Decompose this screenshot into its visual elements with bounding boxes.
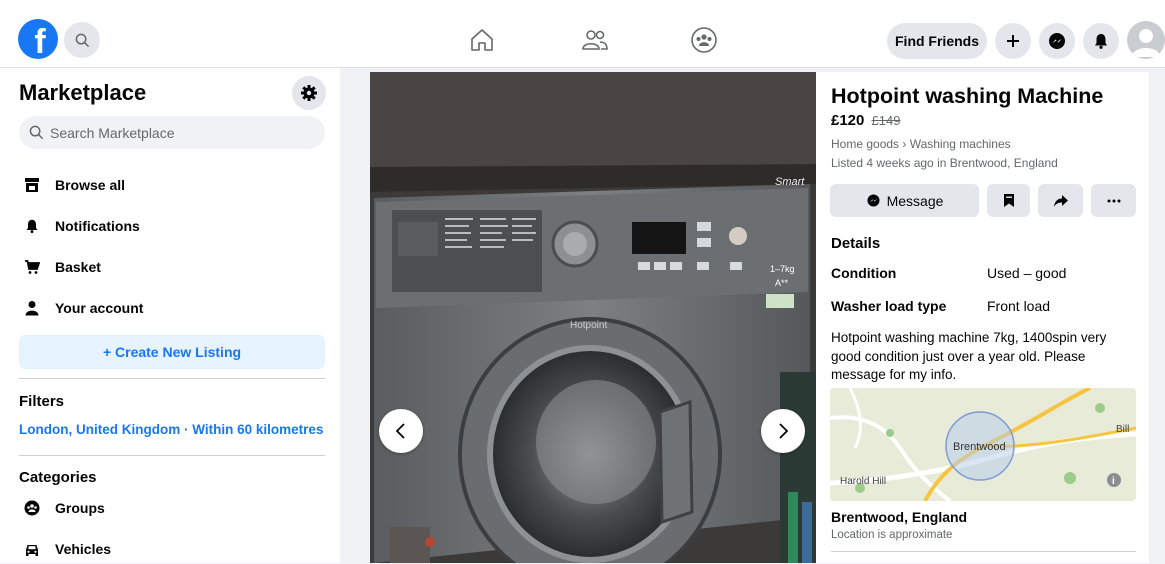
location-filter-link[interactable]: London, United Kingdom · Within 60 kilom… (19, 422, 323, 437)
more-options-button[interactable] (1091, 184, 1136, 217)
smart-label: Smart (775, 176, 805, 188)
previous-photo-button[interactable] (379, 409, 423, 453)
create-new-listing-button[interactable]: + Create New Listing (19, 335, 325, 369)
listing-price: £120 £149 (831, 112, 900, 129)
category-vehicles[interactable]: Vehicles (19, 534, 111, 564)
messenger-icon (867, 194, 880, 207)
share-button[interactable] (1038, 184, 1083, 217)
capacity-label: 1–7kg (770, 264, 795, 274)
washer-load-type-label: Washer load type (831, 298, 947, 314)
old-price: £149 (871, 113, 901, 128)
more-icon (1107, 199, 1120, 202)
search-button[interactable] (64, 22, 100, 58)
groups-icon (19, 495, 45, 521)
filters-heading: Filters (19, 393, 65, 410)
category-label: Groups (55, 500, 105, 516)
washing-machine-image: Smart 1–7kg A** Hotpoint (370, 72, 816, 563)
account-avatar[interactable] (1127, 21, 1165, 59)
sidebar-item-your-account[interactable]: Your account (19, 293, 143, 323)
search-icon (29, 125, 44, 140)
category-label: Vehicles (55, 541, 112, 557)
sidebar-item-notifications[interactable]: Notifications (19, 211, 140, 241)
listed-info: Listed 4 weeks ago in Brentwood, England (831, 156, 1058, 170)
chevron-right-icon (779, 423, 789, 439)
bookmark-icon (1003, 194, 1014, 207)
category-breadcrumb[interactable]: Home goods › Washing machines (831, 137, 1011, 151)
divider (19, 455, 325, 456)
message-button[interactable]: Message (830, 184, 979, 217)
categories-heading: Categories (19, 469, 97, 486)
top-navigation-bar: f Find Friends (0, 0, 1165, 68)
sidebar-item-label: Your account (55, 300, 144, 316)
location-name: Brentwood, England (831, 509, 968, 525)
listing-description: Hotpoint washing machine 7kg, 1400spin v… (831, 330, 1107, 382)
plus-icon (1007, 35, 1019, 47)
listing-title: Hotpoint washing Machine (831, 84, 1104, 108)
logo-letter: f (34, 23, 46, 59)
save-button[interactable] (987, 184, 1030, 217)
storefront-icon (19, 172, 45, 198)
chevron-left-icon (395, 423, 405, 439)
divider (831, 551, 1136, 552)
current-price: £120 (831, 112, 865, 129)
messenger-button[interactable] (1039, 23, 1075, 59)
divider (19, 378, 325, 379)
svg-text:i: i (1112, 476, 1115, 487)
settings-button[interactable] (292, 76, 326, 110)
location-map[interactable]: Brentwood Harold Hill Bill i (830, 388, 1136, 501)
sidebar-title: Marketplace (19, 80, 147, 105)
share-icon (1053, 194, 1068, 207)
location-approximate-note: Location is approximate (831, 529, 953, 541)
facebook-logo-icon[interactable]: f (18, 19, 58, 59)
home-nav-button[interactable] (466, 24, 498, 56)
bell-icon (1095, 34, 1107, 49)
groups-nav-button[interactable] (688, 24, 720, 56)
message-label: Message (886, 192, 944, 209)
friends-nav-button[interactable] (579, 24, 611, 56)
details-heading: Details (831, 235, 881, 252)
find-friends-button[interactable]: Find Friends (887, 23, 987, 59)
car-icon (19, 536, 45, 562)
notifications-button[interactable] (1083, 23, 1119, 59)
marketplace-sidebar: Marketplace Search Marketplace Browse al… (0, 68, 340, 563)
messenger-icon (1049, 33, 1065, 49)
map-label-bill: Bill (1116, 424, 1129, 435)
category-groups[interactable]: Groups (19, 493, 105, 523)
search-icon (75, 33, 89, 47)
next-photo-button[interactable] (761, 409, 805, 453)
home-icon (471, 29, 493, 51)
gear-icon (301, 85, 317, 101)
map-image: Brentwood Harold Hill Bill i (830, 388, 1136, 501)
search-placeholder: Search Marketplace (50, 124, 175, 141)
sidebar-item-label: Browse all (55, 177, 126, 193)
groups-icon (691, 27, 717, 53)
person-icon (19, 295, 45, 321)
create-button[interactable] (995, 23, 1031, 59)
sidebar-item-browse-all[interactable]: Browse all (19, 170, 125, 200)
avatar-icon (1132, 29, 1160, 57)
listing-photo: Smart 1–7kg A** Hotpoint (370, 72, 816, 563)
washer-load-type-value: Front load (987, 298, 1051, 314)
sidebar-item-label: Basket (55, 259, 101, 275)
marketplace-search-input[interactable]: Search Marketplace (19, 116, 325, 149)
bell-icon (19, 213, 45, 239)
map-label-brentwood: Brentwood (953, 441, 1006, 453)
condition-value: Used – good (987, 265, 1067, 281)
energy-label: A** (775, 278, 789, 288)
friends-icon (582, 30, 608, 50)
cart-icon (19, 254, 45, 280)
map-label-harold-hill: Harold Hill (840, 476, 886, 487)
brand-label: Hotpoint (570, 320, 607, 331)
condition-label: Condition (831, 265, 897, 281)
listing-details-panel: Hotpoint washing Machine £120 £149 Home … (816, 72, 1149, 563)
sidebar-item-label: Notifications (55, 218, 140, 234)
sidebar-item-basket[interactable]: Basket (19, 252, 101, 282)
